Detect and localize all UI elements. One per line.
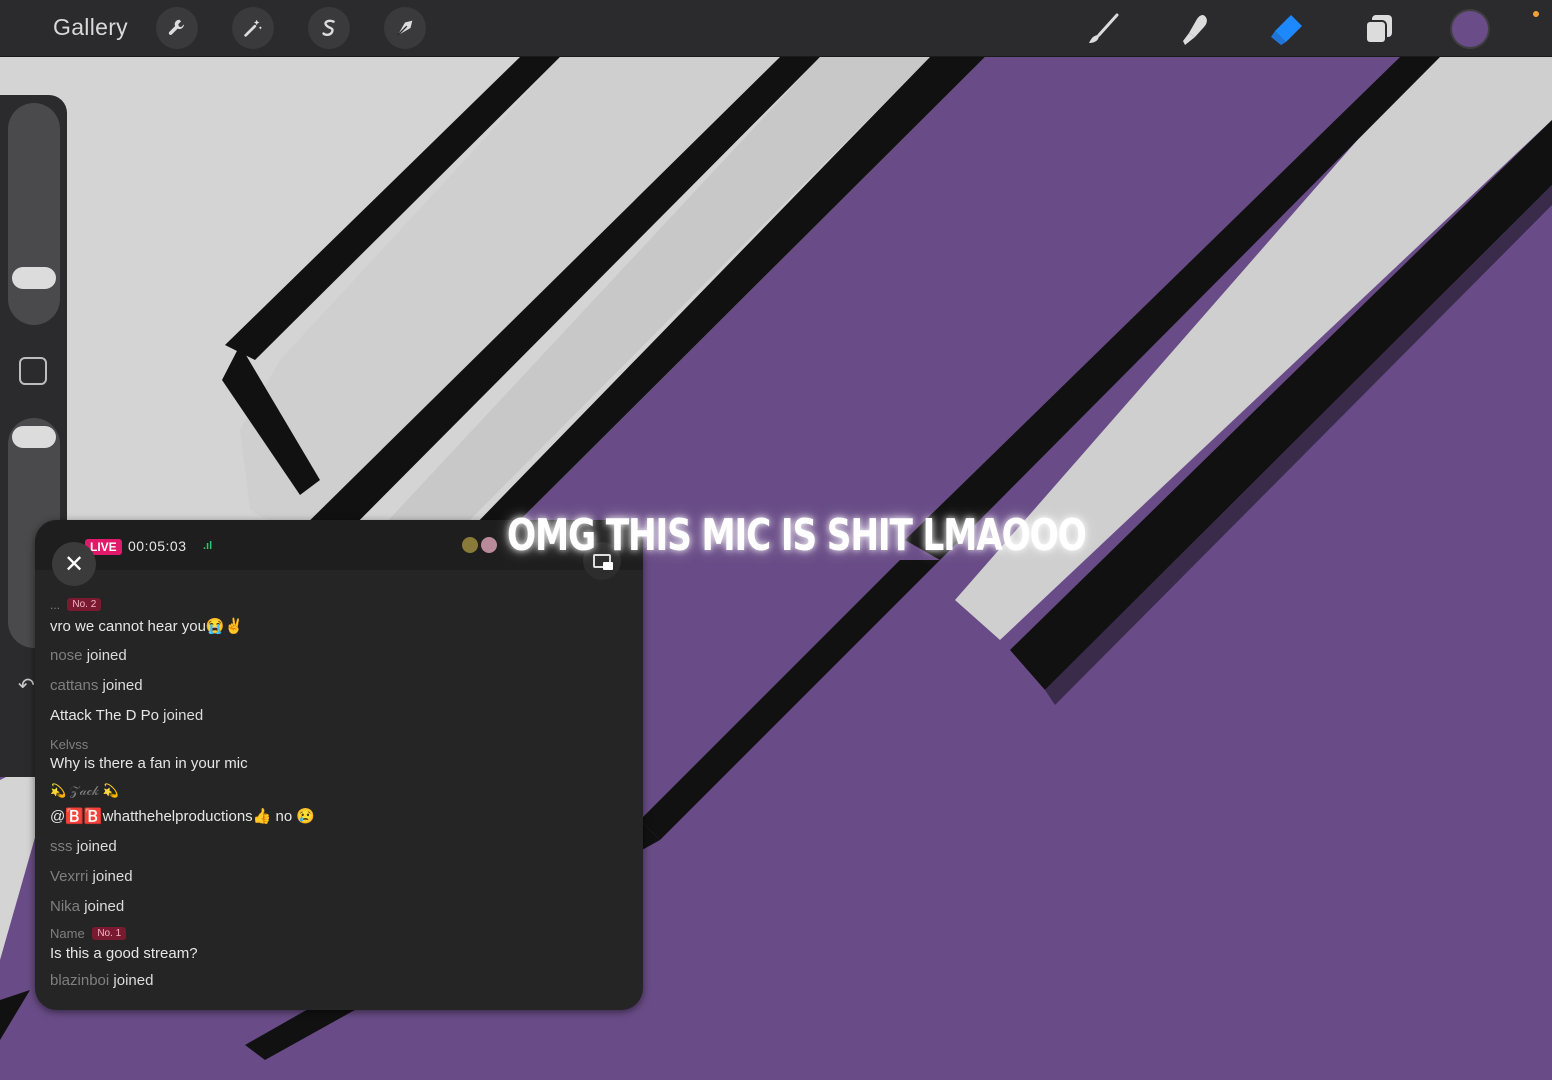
chat-username[interactable]: Vexrri [50,868,88,885]
chat-username[interactable]: 💫 𝒵𝒶𝒸𝓀 💫 [50,783,119,799]
rank-badge: No. 1 [92,927,127,940]
list-item: blazinboi joined [50,972,153,989]
chat-message-text: joined [92,868,133,885]
stream-caption: OMG THIS MIC IS SHIT LMAOOO [507,510,1087,561]
adjustments-button[interactable] [232,7,274,49]
chat-username[interactable]: ... [50,598,60,612]
viewer-avatars[interactable] [462,537,500,558]
chat-username[interactable]: Name [50,926,85,941]
actions-button[interactable] [156,7,198,49]
selection-s-icon [322,19,335,36]
list-item: ... No. 2 [50,598,102,612]
brush-size-thumb[interactable] [12,267,56,289]
chat-message-text: joined [76,838,117,855]
chat-username[interactable]: blazinboi [50,972,109,989]
chat-username[interactable]: Attack The D Po [50,707,159,724]
gallery-button[interactable]: Gallery [53,14,128,41]
chat-username[interactable]: cattans [50,677,98,694]
brush-size-slider[interactable] [8,103,60,325]
chat-message-text: Why is there a fan in your mic [50,755,248,772]
avatar[interactable] [481,537,497,553]
brush-tool[interactable] [1084,10,1122,48]
chat-message-text: joined [102,677,143,694]
chat-message-text: Is this a good stream? [50,945,198,962]
undo-icon[interactable]: ↶ [18,673,35,698]
avatar[interactable] [462,537,478,553]
eraser-icon [1271,15,1302,45]
list-item: Attack The D Po joined [50,707,203,724]
chat-message-text: vro we cannot hear you😭✌️ [50,618,244,635]
rank-badge: No. 2 [67,598,102,611]
stream-timer: 00:05:03 [128,538,187,554]
chat-message-text: joined [84,898,125,915]
chat-message-text: @🅱️🅱️whatthehelproductions👍 no 😢 [50,808,316,825]
opacity-thumb[interactable] [12,426,56,448]
chat-message-text: joined [86,647,127,664]
list-item: cattans joined [50,677,143,694]
transform-button[interactable] [384,7,426,49]
color-swatch-button[interactable] [1452,11,1488,47]
top-toolbar: Gallery [0,0,1552,57]
close-chat-button[interactable]: ✕ [52,542,96,586]
list-item: nose joined [50,647,127,664]
list-item: Name No. 1 [50,926,127,941]
transform-arrow-icon [397,20,413,36]
chat-username[interactable]: Kelvss [50,737,88,752]
smudge-icon [1183,15,1207,45]
chat-username[interactable]: nose [50,647,83,664]
chat-username[interactable]: sss [50,838,73,855]
chat-username[interactable]: Nika [50,898,80,915]
modify-button[interactable] [19,357,47,385]
live-chat-panel: LIVE 00:05:03 .ıl ✕ ... No. 2 vro we can… [35,520,643,1010]
magic-wand-icon [244,19,262,37]
signal-bars-icon: .ıl [203,540,213,552]
list-item: Vexrri joined [50,868,133,885]
chat-message-text: joined [113,972,154,989]
list-item: sss joined [50,838,117,855]
close-icon: ✕ [63,550,85,578]
layers-icon [1365,15,1392,44]
brush-icon [1089,13,1119,43]
wrench-icon [168,19,184,35]
chat-message-text: joined [163,707,204,724]
selection-button[interactable] [308,7,350,49]
smudge-tool[interactable] [1176,10,1214,48]
layers-button[interactable] [1360,10,1398,48]
list-item: Nika joined [50,898,124,915]
status-indicator [1533,11,1539,17]
eraser-tool[interactable] [1268,10,1306,48]
